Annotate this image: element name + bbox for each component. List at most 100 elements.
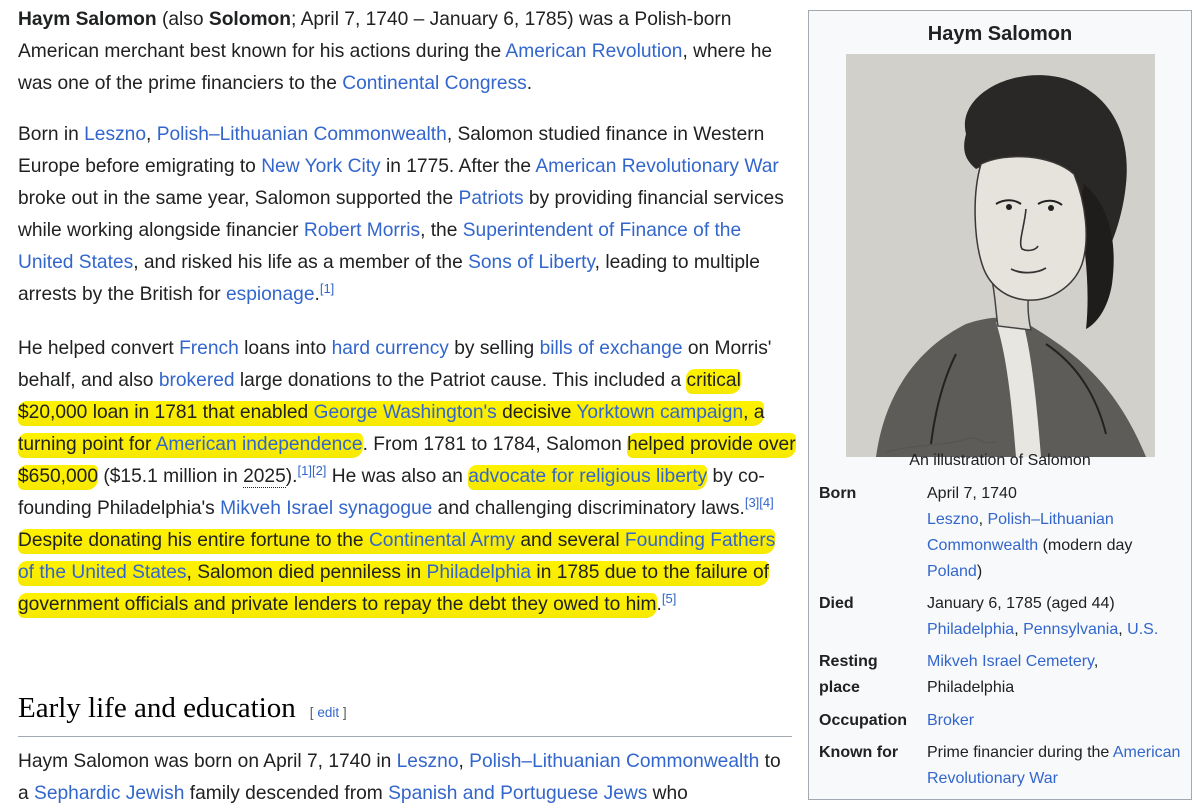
alt-name: Solomon	[208, 9, 291, 30]
section-title: Early life and education	[18, 692, 296, 724]
link-mikveh-israel-synagogue[interactable]: Mikveh Israel synagogue	[220, 498, 432, 519]
inflation-year[interactable]: 2025	[243, 466, 286, 488]
link-poland[interactable]: Poland	[927, 563, 977, 580]
text: .	[526, 73, 533, 94]
text: and several	[515, 530, 625, 551]
text: Prime financier during the	[927, 744, 1113, 761]
text: (also	[156, 9, 209, 30]
text: He was also an	[326, 466, 469, 487]
link-philadelphia[interactable]: Philadelphia	[927, 621, 1014, 638]
reference-5[interactable]: [5]	[662, 591, 676, 606]
text: , Salomon died penniless in	[186, 562, 427, 583]
infobox: Haym Salomon An illustration of Salomon …	[808, 10, 1192, 800]
link-espionage[interactable]: espionage	[226, 284, 315, 305]
born-label: Born	[819, 485, 857, 502]
known-for-label: Known for	[819, 744, 899, 761]
died-label: Died	[819, 595, 854, 612]
text: decisive	[496, 402, 577, 423]
image-caption: An illustration of Salomon	[909, 452, 1091, 469]
infobox-row-born: Born April 7, 1740 Leszno, Polish–Lithuan…	[819, 481, 1183, 591]
highlight-religious-liberty: advocate for religious liberty	[468, 465, 708, 490]
born-value: April 7, 1740 Leszno, Polish–Lithuanian C…	[927, 481, 1183, 585]
died-value: January 6, 1785 (aged 44) Philadelphia, P…	[927, 591, 1183, 643]
text: broke out in the same year, Salomon supp…	[18, 188, 459, 209]
text: ,	[1014, 621, 1024, 638]
text: loans into	[238, 338, 332, 359]
text: )	[976, 563, 983, 580]
text: , the	[420, 220, 463, 241]
subject-name: Haym Salomon	[18, 9, 157, 30]
link-bills-of-exchange[interactable]: bills of exchange	[540, 338, 683, 359]
link-spanish-portuguese-jews[interactable]: Spanish and Portuguese Jews	[388, 783, 647, 804]
link-polish-lithuanian-commonwealth[interactable]: Polish–Lithuanian Commonwealth	[469, 751, 759, 772]
link-brokered[interactable]: brokered	[159, 370, 235, 391]
reference-1[interactable]: [1]	[320, 281, 334, 296]
link-leszno[interactable]: Leszno	[84, 124, 146, 145]
link-sephardic-jewish[interactable]: Sephardic Jewish	[34, 783, 184, 804]
link-patriots[interactable]: Patriots	[459, 188, 524, 209]
link-leszno[interactable]: Leszno	[397, 751, 459, 772]
lead-paragraph-2: Born in Leszno, Polish–Lithuanian Common…	[18, 119, 796, 311]
link-george-washington[interactable]: George Washington's	[314, 402, 497, 423]
link-american-revolution[interactable]: American Revolution	[505, 41, 682, 62]
link-polish-lithuanian-commonwealth[interactable]: Polish–Lithuanian Commonwealth	[157, 124, 447, 145]
text: family descended from	[184, 783, 389, 804]
reference-3[interactable]: [3]	[745, 495, 759, 510]
known-for-value: Prime financier during the American Revo…	[927, 740, 1183, 792]
text: ,	[458, 751, 470, 772]
link-leszno[interactable]: Leszno	[927, 511, 979, 528]
link-american-independence[interactable]: American independence	[156, 434, 363, 455]
infobox-row-occupation: Occupation Broker	[819, 708, 1183, 736]
resting-place-value: Mikveh Israel Cemetery, Philadelphia	[927, 649, 1183, 701]
link-philadelphia[interactable]: Philadelphia	[427, 562, 532, 583]
text: Despite donating his entire fortune to t…	[18, 530, 369, 551]
text: ($15.1 million in	[98, 466, 244, 487]
resting-place-label: Resting place	[819, 653, 878, 696]
link-us[interactable]: U.S.	[1127, 621, 1158, 638]
link-yorktown-campaign[interactable]: Yorktown campaign	[576, 402, 743, 423]
text: by selling	[448, 338, 540, 359]
reference-4[interactable]: [4]	[759, 495, 773, 510]
edit-section: [ edit ]	[310, 705, 347, 720]
portrait-illustration	[846, 54, 1155, 457]
text: , and risked his life as a member of the	[133, 252, 469, 273]
infobox-title: Haym Salomon	[927, 23, 1073, 45]
link-broker[interactable]: Broker	[927, 712, 974, 729]
text: ,	[1118, 621, 1128, 638]
reference-2[interactable]: [2]	[312, 463, 326, 478]
link-mikveh-israel-cemetery[interactable]: Mikveh Israel Cemetery	[927, 653, 1094, 670]
early-life-paragraph: Haym Salomon was born on April 7, 1740 i…	[18, 746, 796, 810]
link-pennsylvania[interactable]: Pennsylvania	[1023, 621, 1118, 638]
infobox-row-resting-place: Resting place Mikveh Israel Cemetery, Ph…	[819, 649, 1183, 705]
section-heading-early-life: Early life and education [ edit ]	[18, 688, 792, 737]
text: He helped convert	[18, 338, 180, 359]
bracket-close: ]	[339, 705, 347, 720]
link-continental-congress[interactable]: Continental Congress	[342, 73, 527, 94]
text: in 1775. After the	[380, 156, 536, 177]
text: ,	[146, 124, 157, 145]
occupation-label: Occupation	[819, 712, 908, 729]
portrait-image[interactable]	[846, 54, 1155, 457]
text: (modern day	[1038, 537, 1133, 554]
link-french[interactable]: French	[179, 338, 239, 359]
lead-paragraph-1: Haym Salomon (also Solomon; April 7, 174…	[18, 4, 796, 100]
text: who	[647, 783, 688, 804]
link-american-revolutionary-war[interactable]: American Revolutionary War	[535, 156, 778, 177]
link-continental-army[interactable]: Continental Army	[369, 530, 515, 551]
link-sons-of-liberty[interactable]: Sons of Liberty	[468, 252, 595, 273]
text: . From 1781 to 1784, Salomon	[362, 434, 628, 455]
infobox-row-died: Died January 6, 1785 (aged 44) Philadelph…	[819, 591, 1183, 647]
infobox-row-known-for: Known for Prime financier during the Ame…	[819, 740, 1183, 796]
link-hard-currency[interactable]: hard currency	[332, 338, 449, 359]
died-date: January 6, 1785 (aged 44)	[927, 595, 1115, 612]
link-new-york-city[interactable]: New York City	[261, 156, 380, 177]
edit-link[interactable]: edit	[317, 705, 339, 720]
text: and challenging discriminatory laws.	[432, 498, 745, 519]
text: ).	[285, 466, 298, 487]
reference-1[interactable]: [1]	[298, 463, 312, 478]
link-religious-liberty[interactable]: advocate for religious liberty	[468, 466, 707, 487]
text: Haym Salomon was born on April 7, 1740 i…	[18, 751, 397, 772]
text: Born in	[18, 124, 85, 145]
text: large donations to the Patriot cause. Th…	[234, 370, 687, 391]
link-robert-morris[interactable]: Robert Morris	[304, 220, 420, 241]
